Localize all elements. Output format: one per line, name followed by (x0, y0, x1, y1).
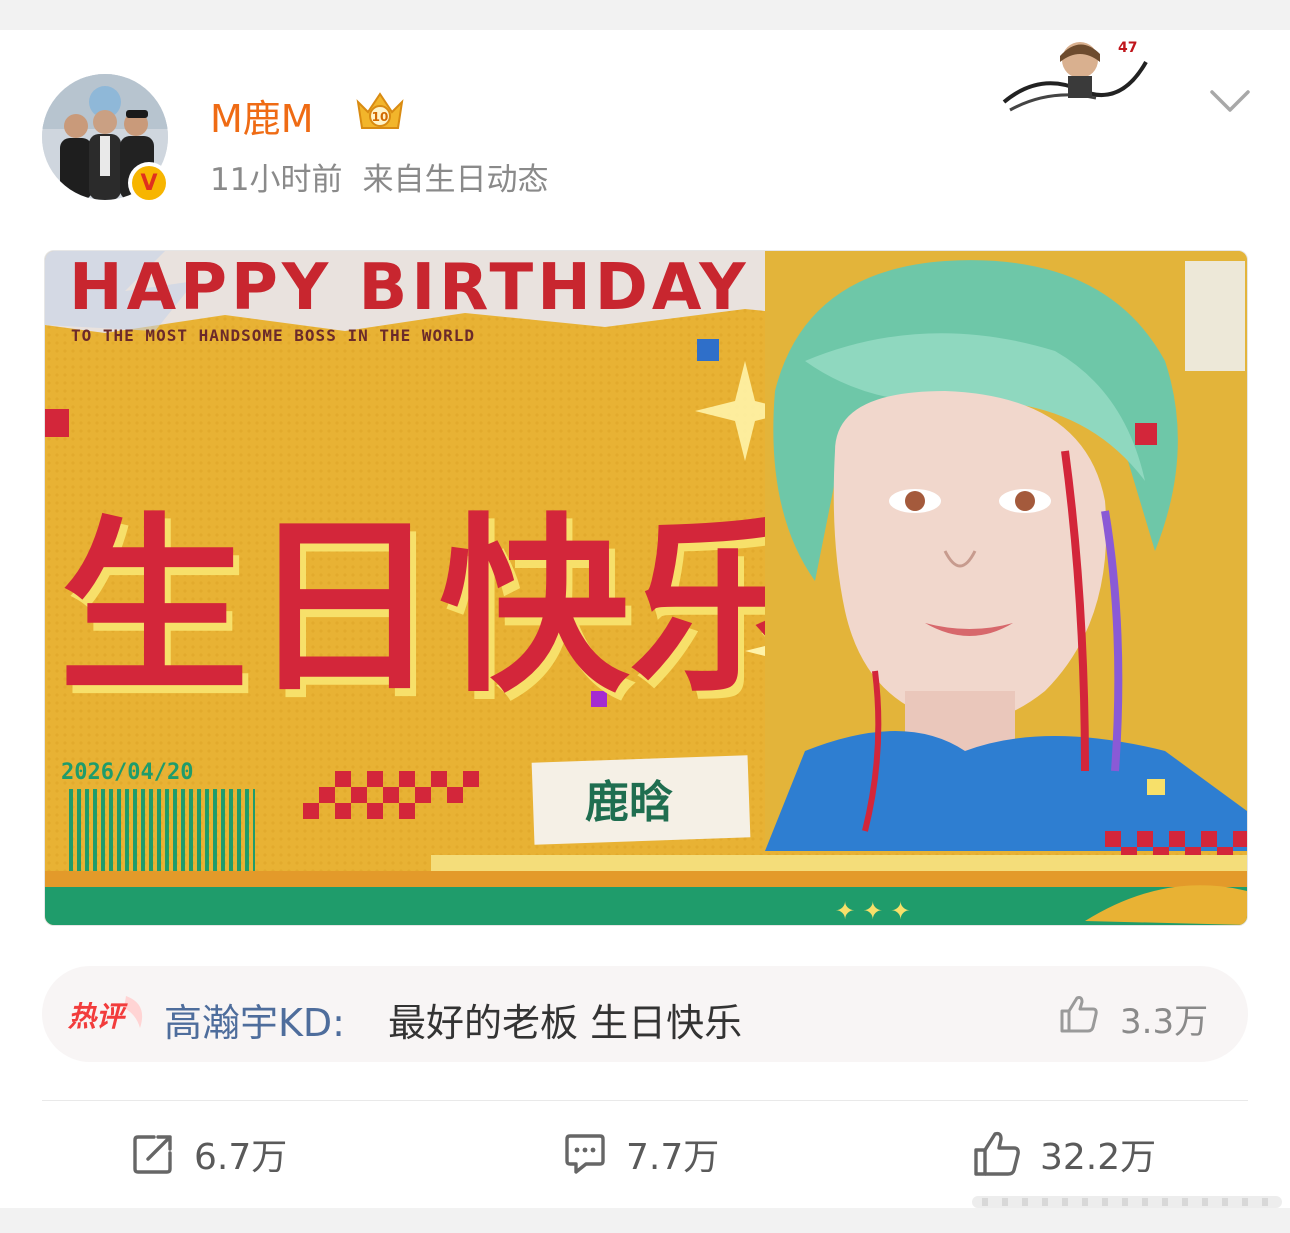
post-time: 11小时前 (210, 162, 343, 198)
hot-comment-icon: 热评 (66, 994, 150, 1034)
hot-comment-text: 最好的老板 生日快乐 (388, 1001, 743, 1045)
decoration-sticker[interactable]: 47 (1000, 32, 1150, 116)
verified-badge-icon: V (128, 162, 170, 204)
hot-comment-user[interactable]: 高瀚宇KD: (164, 992, 345, 1047)
username[interactable]: M鹿M (210, 88, 314, 143)
top-gap (0, 0, 1290, 30)
post-meta: 11小时前 来自生日动态 (210, 154, 568, 199)
svg-text:10: 10 (372, 110, 389, 124)
repost-icon (133, 1135, 172, 1174)
thumbs-up-icon[interactable] (1058, 994, 1100, 1034)
repost-button[interactable]: 6.7万 (130, 1126, 287, 1182)
repost-count: 6.7万 (194, 1137, 288, 1178)
post-image[interactable]: HAPPY BIRTHDAY TO THE MOST HANDSOME BOSS… (44, 250, 1248, 926)
like-button[interactable]: 32.2万 (972, 1126, 1156, 1182)
like-count: 32.2万 (1040, 1137, 1157, 1178)
bottom-gap (0, 1208, 1290, 1233)
comment-icon (565, 1134, 605, 1174)
member-crown-icon[interactable]: 10 (352, 88, 408, 134)
banner-name-tag: 鹿晗 (585, 777, 673, 828)
hot-comment-like-count: 3.3万 (1120, 1002, 1209, 1042)
comment-count: 7.7万 (626, 1137, 720, 1178)
divider (42, 1100, 1248, 1101)
like-icon (974, 1131, 1020, 1176)
banner-headline: HAPPY BIRTHDAY (69, 251, 750, 325)
banner-date: 2026/04/20 (61, 760, 193, 785)
banner-subline: TO THE MOST HANDSOME BOSS IN THE WORLD (71, 326, 475, 345)
chevron-down-icon[interactable] (1208, 86, 1252, 116)
hot-comment-label: 热评 (67, 1000, 128, 1033)
svg-text:✦ ✦ ✦: ✦ ✦ ✦ (835, 897, 911, 925)
comment-button[interactable]: 7.7万 (562, 1126, 719, 1182)
post-source: 来自生日动态 (362, 162, 549, 198)
svg-text:47: 47 (1118, 40, 1137, 56)
banner-title: 生日快乐 (59, 497, 819, 718)
